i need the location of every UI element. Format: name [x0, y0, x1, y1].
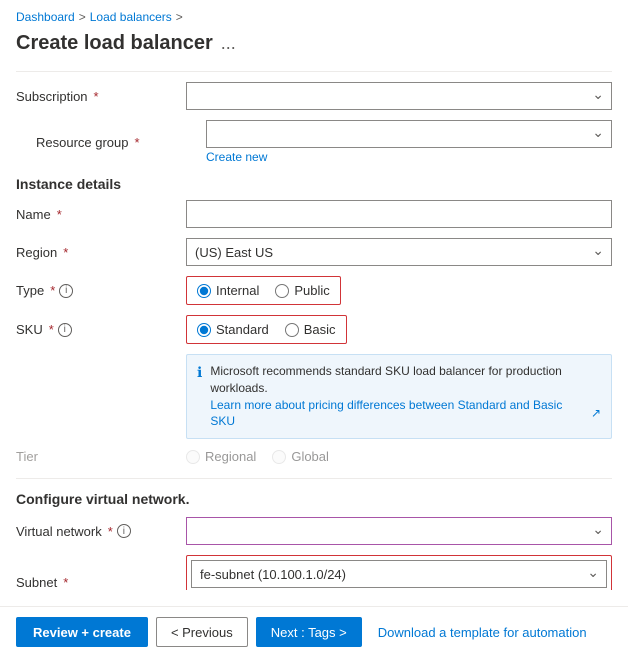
subscription-row: Subscription* — [16, 82, 612, 110]
subscription-select[interactable] — [186, 82, 612, 110]
tier-global-radio — [272, 450, 286, 464]
breadcrumb-sep-1: > — [79, 10, 86, 24]
info-banner-icon: ℹ — [197, 364, 202, 430]
type-public-text: Public — [294, 283, 329, 298]
external-link-icon: ↗ — [591, 405, 601, 422]
region-select-wrapper: (US) East US — [186, 238, 612, 266]
sku-highlighted-box: Standard Basic — [186, 315, 347, 344]
info-banner-content: Microsoft recommends standard SKU load b… — [210, 363, 601, 430]
sku-radio-group: Standard Basic — [197, 322, 336, 337]
resource-group-row: Resource group* Create new — [16, 120, 612, 164]
subscription-label: Subscription* — [16, 89, 186, 104]
subnet-row: Subnet* fe-subnet (10.100.1.0/24) Manage… — [16, 555, 612, 590]
page-title: Create load balancer — [16, 32, 213, 55]
instance-details-header: Instance details — [16, 176, 612, 192]
configure-vnet-header: Configure virtual network. — [16, 478, 612, 507]
type-highlighted-box: Internal Public — [186, 276, 341, 305]
type-control: Internal Public — [186, 276, 612, 305]
virtual-network-select[interactable] — [186, 517, 612, 545]
tier-global-label[interactable]: Global — [272, 449, 329, 464]
type-public-radio[interactable] — [275, 284, 289, 298]
sku-basic-label[interactable]: Basic — [285, 322, 336, 337]
info-banner-text: Microsoft recommends standard SKU load b… — [210, 364, 562, 395]
virtual-network-row: Virtual network* i — [16, 517, 612, 545]
virtual-network-control — [186, 517, 612, 545]
subnet-select[interactable]: fe-subnet (10.100.1.0/24) — [191, 560, 607, 588]
sku-info-icon: i — [58, 323, 72, 337]
info-banner: ℹ Microsoft recommends standard SKU load… — [186, 354, 612, 439]
breadcrumb-dashboard[interactable]: Dashboard — [16, 10, 75, 24]
sku-row: SKU* i Standard Basic — [16, 315, 612, 344]
region-label: Region* — [16, 245, 186, 260]
resource-group-select-wrapper — [206, 120, 612, 148]
sku-control: Standard Basic — [186, 315, 612, 344]
top-divider — [16, 71, 612, 72]
type-label: Type* i — [16, 283, 186, 298]
next-button[interactable]: Next : Tags > — [256, 617, 362, 647]
create-new-link[interactable]: Create new — [206, 150, 612, 164]
virtual-network-label: Virtual network* i — [16, 524, 186, 539]
type-info-icon: i — [59, 284, 73, 298]
sku-standard-label[interactable]: Standard — [197, 322, 269, 337]
tier-label: Tier — [16, 449, 186, 464]
tier-regional-text: Regional — [205, 449, 256, 464]
subscription-select-wrapper — [186, 82, 612, 110]
previous-button[interactable]: < Previous — [156, 617, 248, 647]
vnet-select-wrapper — [186, 517, 612, 545]
breadcrumb-load-balancers[interactable]: Load balancers — [90, 10, 172, 24]
subnet-highlighted-box: fe-subnet (10.100.1.0/24) — [186, 555, 612, 590]
tier-regional-radio — [186, 450, 200, 464]
title-menu-dots[interactable]: ... — [221, 33, 236, 54]
subnet-select-wrapper: fe-subnet (10.100.1.0/24) — [191, 560, 607, 588]
sku-standard-radio[interactable] — [197, 323, 211, 337]
tier-radio-group: Regional Global — [186, 449, 329, 464]
type-public-label[interactable]: Public — [275, 283, 329, 298]
info-banner-link[interactable]: Learn more about pricing differences bet… — [210, 397, 601, 431]
breadcrumb: Dashboard > Load balancers > — [0, 0, 628, 28]
name-input[interactable] — [186, 200, 612, 228]
tier-regional-label[interactable]: Regional — [186, 449, 256, 464]
type-internal-text: Internal — [216, 283, 259, 298]
resource-group-label: Resource group* — [36, 135, 206, 150]
name-label: Name* — [16, 207, 186, 222]
tier-row: Tier Regional Global — [16, 449, 612, 464]
review-create-button[interactable]: Review + create — [16, 617, 148, 647]
tier-global-text: Global — [291, 449, 329, 464]
region-control: (US) East US — [186, 238, 612, 266]
subscription-control — [186, 82, 612, 110]
type-row: Type* i Internal Public — [16, 276, 612, 305]
region-row: Region* (US) East US — [16, 238, 612, 266]
download-template-link[interactable]: Download a template for automation — [378, 625, 587, 640]
sku-label: SKU* i — [16, 322, 186, 337]
footer: Review + create < Previous Next : Tags >… — [0, 606, 628, 657]
name-row: Name* — [16, 200, 612, 228]
region-select[interactable]: (US) East US — [186, 238, 612, 266]
sku-basic-text: Basic — [304, 322, 336, 337]
subnet-label: Subnet* — [16, 575, 186, 590]
type-internal-label[interactable]: Internal — [197, 283, 259, 298]
sku-standard-text: Standard — [216, 322, 269, 337]
type-internal-radio[interactable] — [197, 284, 211, 298]
type-radio-group: Internal Public — [197, 283, 330, 298]
breadcrumb-sep-2: > — [176, 10, 183, 24]
vnet-info-icon: i — [117, 524, 131, 538]
resource-group-select[interactable] — [206, 120, 612, 148]
sku-basic-radio[interactable] — [285, 323, 299, 337]
name-control — [186, 200, 612, 228]
resource-group-control: Create new — [206, 120, 612, 164]
subnet-control: fe-subnet (10.100.1.0/24) Manage subnet … — [186, 555, 612, 590]
